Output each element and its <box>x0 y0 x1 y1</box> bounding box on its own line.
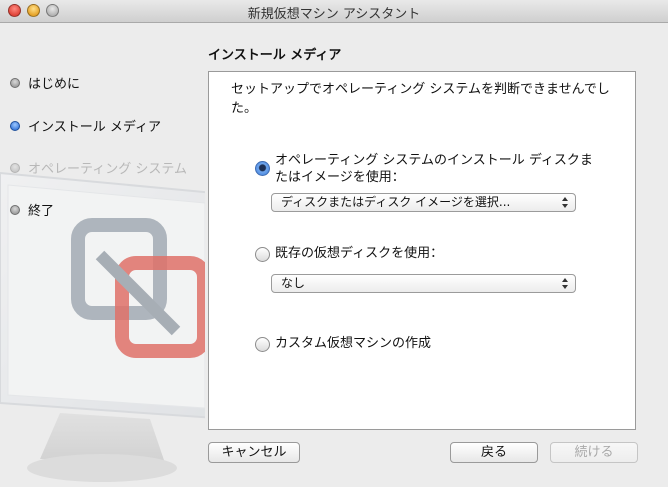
step-dot-icon <box>10 205 20 215</box>
panel-title: インストール メディア <box>208 48 342 63</box>
existing-disk-select-value: なし <box>281 276 306 290</box>
step-dot-icon <box>10 163 20 173</box>
step-sidebar: はじめに インストール メディア オペレーティング システム 終了 <box>0 23 205 487</box>
existing-disk-label: 既存の仮想ディスクを使用： <box>275 246 444 261</box>
step-label: オペレーティング システム <box>28 162 187 177</box>
assistant-window: 新規仮想マシン アシスタント はじめに インストール メディア オペレーティング… <box>0 0 668 487</box>
existing-disk-radio[interactable] <box>255 247 270 262</box>
option-custom-vm[interactable]: カスタム仮想マシンの作成 <box>255 335 555 355</box>
cancel-button[interactable]: キャンセル <box>208 442 300 463</box>
popup-arrows-icon <box>562 278 568 289</box>
custom-vm-radio[interactable] <box>255 337 270 352</box>
install-media-panel: セットアップでオペレーティング システムを判断できませんでした。 オペレーティン… <box>208 71 636 430</box>
install-disc-label: オペレーティング システムのインストール ディスクまたはイメージを使用： <box>275 153 593 185</box>
step-label: 終了 <box>28 204 55 219</box>
detection-message: セットアップでオペレーティング システムを判断できませんでした。 <box>231 82 610 116</box>
title-bar: 新規仮想マシン アシスタント <box>0 0 668 23</box>
existing-disk-select[interactable]: なし <box>271 274 576 293</box>
step-dot-icon <box>10 78 20 88</box>
step-dot-active-icon <box>10 121 20 131</box>
custom-vm-label: カスタム仮想マシンの作成 <box>275 336 432 351</box>
step-label: インストール メディア <box>28 120 161 135</box>
popup-arrows-icon <box>562 197 568 208</box>
window-title: 新規仮想マシン アシスタント <box>247 7 421 22</box>
back-button[interactable]: 戻る <box>450 442 538 463</box>
install-disc-radio[interactable] <box>255 161 270 176</box>
continue-button[interactable]: 続ける <box>550 442 638 463</box>
disc-image-select[interactable]: ディスクまたはディスク イメージを選択... <box>271 193 576 212</box>
option-existing-disk[interactable]: 既存の仮想ディスクを使用： <box>255 245 555 265</box>
option-install-disc[interactable]: オペレーティング システムのインストール ディスクまたはイメージを使用： <box>255 152 625 188</box>
step-label: はじめに <box>28 77 81 92</box>
disc-image-select-value: ディスクまたはディスク イメージを選択... <box>281 195 511 209</box>
